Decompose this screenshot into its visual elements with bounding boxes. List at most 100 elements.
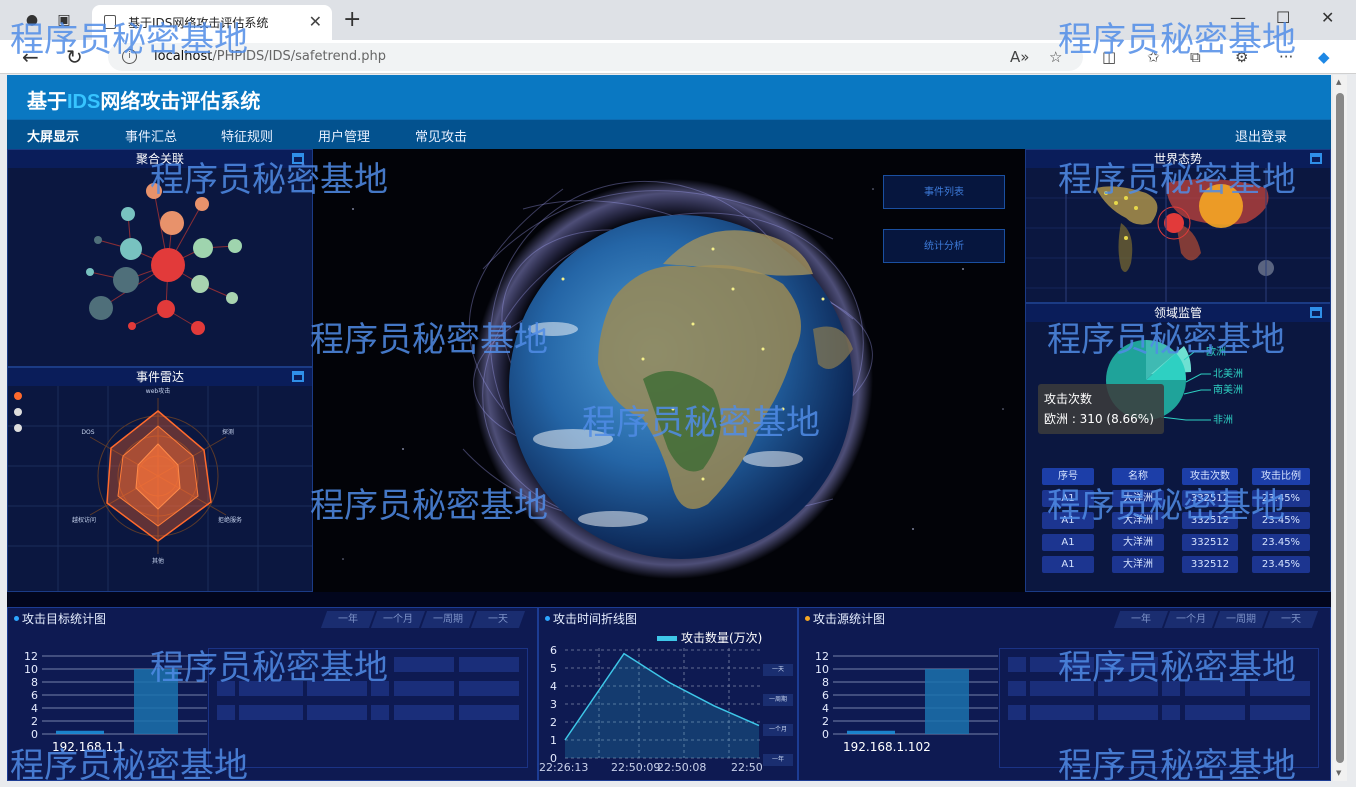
site-info-icon[interactable]: i: [122, 49, 137, 64]
range-tab-week[interactable]: 一周期: [420, 611, 476, 628]
side-tab-day[interactable]: 一天: [763, 664, 793, 676]
menu-item-rules[interactable]: 特征规则: [221, 126, 273, 145]
range-tab-day[interactable]: 一天: [470, 611, 526, 628]
cluster-node: [89, 296, 113, 320]
profile-icon[interactable]: ●: [22, 10, 42, 30]
table-cell: [1008, 705, 1026, 720]
pie-label: 南美洲: [1213, 383, 1243, 396]
refresh-icon[interactable]: ↻: [66, 45, 83, 69]
table-cell: [371, 705, 389, 720]
radar-panel: 事件雷达 web攻击 探测 拒绝服务 其他 越权访问 DOS: [7, 367, 313, 592]
table-cell: A1: [1042, 534, 1094, 551]
title-dot-icon: [545, 616, 550, 621]
side-tab-week[interactable]: 一周期: [763, 694, 793, 706]
menu-item-events[interactable]: 事件汇总: [125, 126, 177, 145]
y-tick-label: 2: [822, 715, 829, 728]
back-icon[interactable]: ←: [22, 45, 39, 69]
table-header-cell: 序号: [1042, 468, 1094, 485]
minimize-icon[interactable]: —: [1230, 8, 1246, 27]
panel-expand-icon[interactable]: [292, 371, 304, 382]
y-tick-label: 10: [24, 663, 38, 676]
legend-dot[interactable]: [14, 424, 22, 432]
y-tick-label: 6: [550, 644, 557, 657]
extension-icon[interactable]: ⚙: [1235, 48, 1248, 66]
more-menu-icon[interactable]: ···: [1279, 48, 1293, 66]
panel-expand-icon[interactable]: [1310, 307, 1322, 318]
globe-view[interactable]: 事件列表 统计分析: [313, 149, 1025, 592]
panel-expand-icon[interactable]: [292, 153, 304, 164]
panel-title: 攻击目标统计图: [22, 612, 107, 626]
scrollbar-thumb[interactable]: [1336, 93, 1344, 763]
table-cell: [217, 705, 235, 720]
range-tab-year[interactable]: 一年: [320, 611, 376, 628]
table-cell: [1098, 705, 1158, 720]
panel-expand-icon[interactable]: [1310, 153, 1322, 164]
table-cell: [307, 705, 367, 720]
range-tab-year[interactable]: 一年: [1113, 611, 1169, 628]
source-detail-table: [999, 648, 1319, 768]
cluster-node: [128, 322, 136, 330]
logout-link[interactable]: 退出登录: [1235, 126, 1287, 145]
bar[interactable]: [925, 669, 969, 734]
cluster-node: [157, 300, 175, 318]
favorite-star-icon[interactable]: ☆: [1049, 48, 1062, 66]
side-tab-year[interactable]: 一年: [763, 754, 793, 766]
divider: [7, 592, 1331, 607]
table-cell: [1098, 657, 1158, 672]
bar[interactable]: [847, 730, 895, 734]
bar[interactable]: [56, 730, 104, 734]
y-tick-label: 5: [550, 662, 557, 675]
bar[interactable]: [134, 669, 178, 734]
collections-icon[interactable]: ⧉: [1190, 48, 1201, 66]
favorites-icon[interactable]: ✩: [1147, 48, 1160, 66]
menu-item-users[interactable]: 用户管理: [318, 126, 370, 145]
menu-item-attacks[interactable]: 常见攻击: [415, 126, 467, 145]
legend-dot[interactable]: [14, 392, 22, 400]
target-bar-chart: 024681012 192.168.1.1: [24, 650, 207, 754]
y-tick-label: 10: [815, 663, 829, 676]
maximize-icon[interactable]: ☐: [1276, 8, 1290, 27]
x-tick-label: 22:50:: [731, 761, 764, 774]
radar-axis-label: 其他: [152, 557, 164, 565]
cluster-node: [113, 267, 139, 293]
table-cell: 大洋洲: [1112, 490, 1164, 507]
menu-item-dashboard[interactable]: 大屏显示: [27, 126, 79, 145]
legend-dot[interactable]: [14, 408, 22, 416]
target-detail-table: [208, 648, 528, 768]
x-tick-label: 22:26:13: [539, 761, 588, 774]
table-cell: 大洋洲: [1112, 534, 1164, 551]
close-window-icon[interactable]: ✕: [1321, 8, 1334, 27]
attack-map-panel: 世界态势: [1025, 149, 1331, 303]
browser-tab[interactable]: 基于IDS网络攻击评估系统 ✕: [92, 5, 332, 40]
copilot-icon[interactable]: ◆: [1318, 48, 1330, 66]
event-list-button[interactable]: 事件列表: [883, 175, 1005, 209]
x-axis-label: 192.168.1.102: [843, 740, 931, 754]
side-tab-month[interactable]: 一个月: [763, 724, 793, 736]
cluster-node: [120, 238, 142, 260]
split-screen-icon[interactable]: ◫: [1102, 48, 1116, 66]
legend-swatch: [657, 636, 677, 641]
table-cell: 23.45%: [1252, 512, 1310, 529]
tab-title: 基于IDS网络攻击评估系统: [128, 16, 269, 30]
table-cell: [459, 657, 519, 672]
read-aloud-icon[interactable]: A»: [1010, 48, 1029, 66]
radar-axis-label: DOS: [81, 429, 94, 436]
scroll-down-icon[interactable]: ▼: [1336, 769, 1341, 777]
tooltip-value: 欧洲 : 310 (8.66%): [1044, 412, 1154, 426]
y-tick-label: 8: [31, 676, 38, 689]
statistics-button[interactable]: 统计分析: [883, 229, 1005, 263]
range-tab-month[interactable]: 一个月: [1163, 611, 1219, 628]
timeline-line-chart: 0123456攻击数量(万次)22:26:13 22:50:0922:50:08 2…: [539, 630, 764, 774]
close-tab-icon[interactable]: ✕: [309, 12, 322, 31]
panel-title: 攻击源统计图: [813, 612, 886, 626]
scroll-up-icon[interactable]: ▲: [1336, 78, 1341, 86]
table-cell: [1008, 681, 1026, 696]
workspaces-icon[interactable]: ▣: [54, 10, 74, 30]
page-scrollbar[interactable]: ▲ ▼: [1333, 75, 1347, 781]
range-tab-month[interactable]: 一个月: [370, 611, 426, 628]
url-input[interactable]: i localhost/PHPIDS/IDS/safetrend.php: [108, 43, 1083, 71]
range-tab-day[interactable]: 一天: [1263, 611, 1319, 628]
range-tab-week[interactable]: 一周期: [1213, 611, 1269, 628]
region-pie-chart: 欧洲 北美洲 南美洲 非洲 攻击次数 欧洲 : 310 (8.66%): [1038, 339, 1243, 434]
new-tab-icon[interactable]: +: [343, 7, 361, 32]
